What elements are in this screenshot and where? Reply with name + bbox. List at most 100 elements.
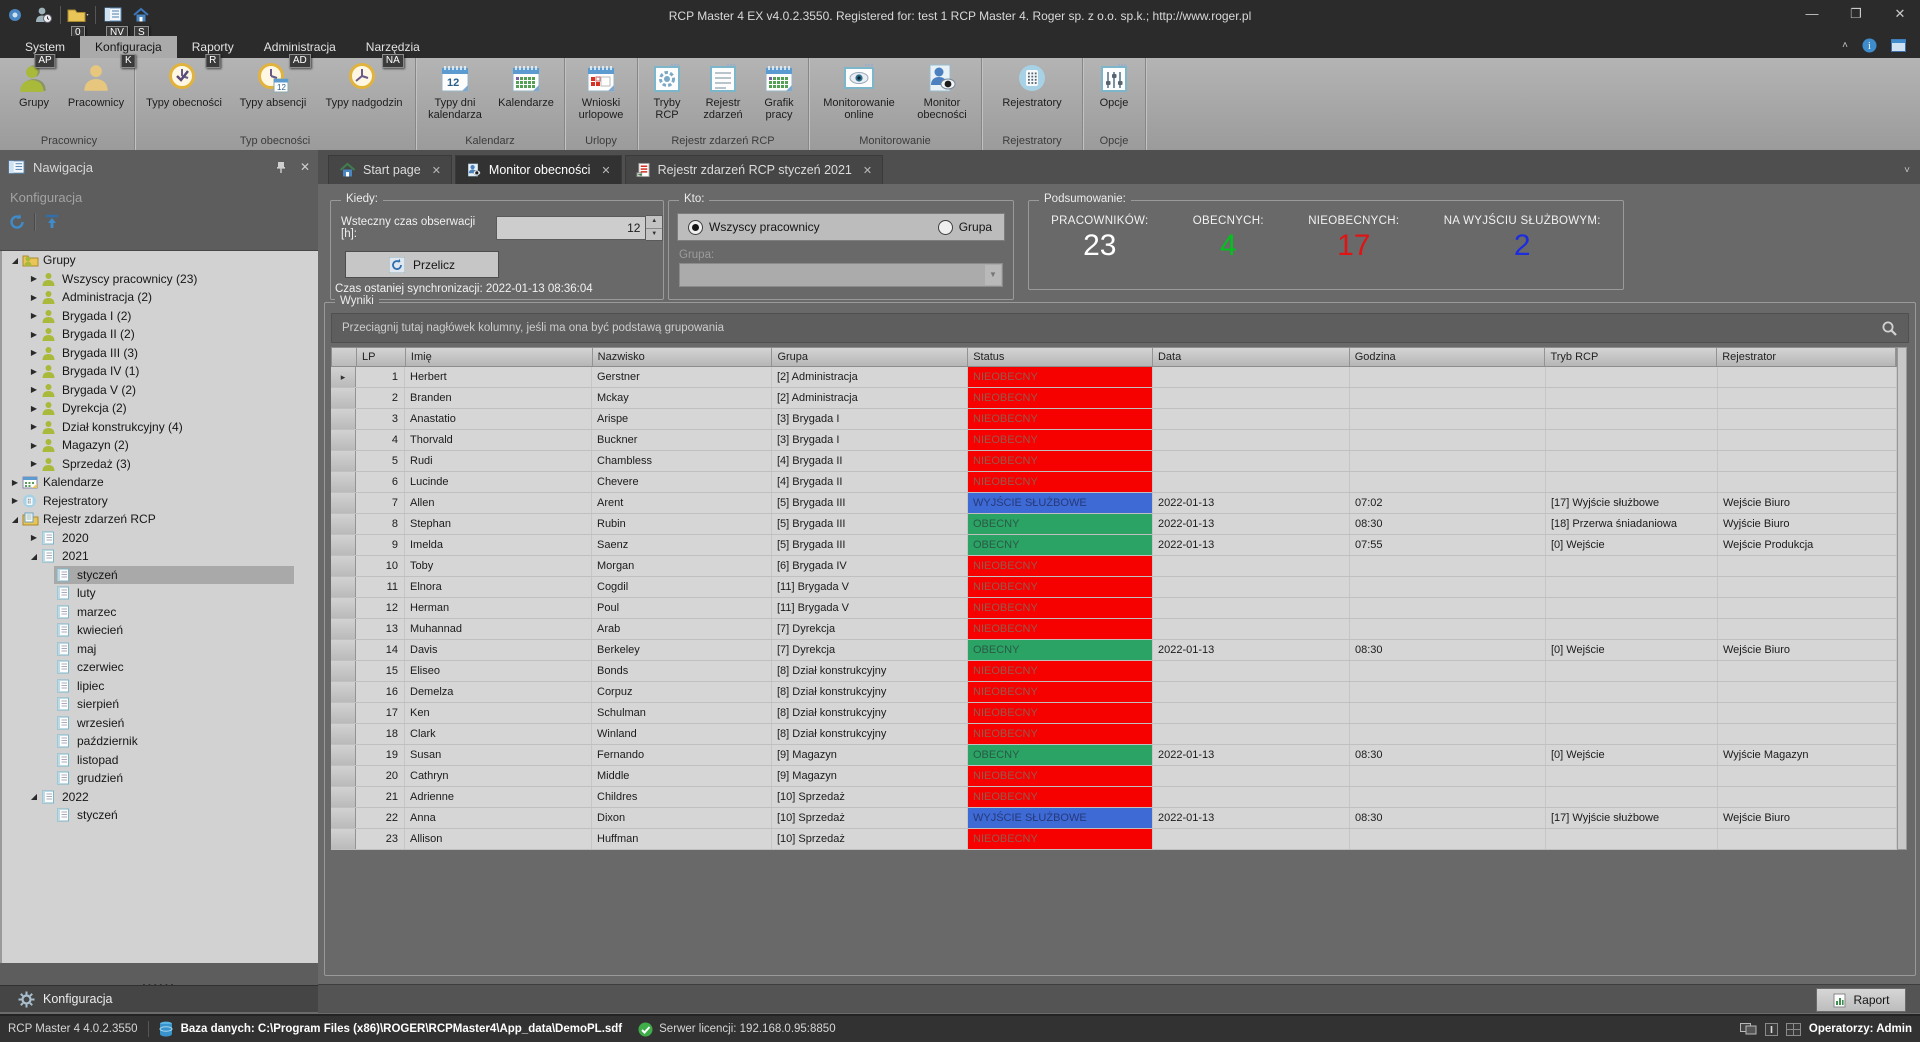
menu-tab-narzędzia[interactable]: NarzędziaNA bbox=[351, 36, 435, 58]
tree-expand-arrow-icon[interactable]: ▶ bbox=[27, 533, 41, 542]
table-row[interactable]: 6LucindeChevere[4] Brygada IINIEOBECNY bbox=[331, 472, 1897, 493]
tree-expand-arrow-icon[interactable]: ▶ bbox=[8, 478, 22, 487]
tree-expand-arrow-icon[interactable]: ▶ bbox=[27, 274, 41, 283]
ribbon-collapse-chevron[interactable]: ˄ bbox=[1842, 40, 1848, 51]
ribbon-button-monitor-obecności[interactable]: Monitor obecności bbox=[906, 58, 978, 121]
menu-tab-raporty[interactable]: RaportyR bbox=[177, 36, 249, 58]
column-header-imię[interactable]: Imię bbox=[406, 348, 593, 366]
group-by-panel[interactable]: Przeciągnij tutaj nagłówek kolumny, jeśl… bbox=[331, 313, 1909, 343]
tree-expand-arrow-icon[interactable]: ▶ bbox=[27, 422, 41, 431]
column-header-grupa[interactable]: Grupa bbox=[772, 348, 968, 366]
tab-monitor-obecności[interactable]: Monitor obecności✕ bbox=[455, 155, 622, 184]
tree-item-2022[interactable]: ◢2022 bbox=[0, 788, 318, 807]
table-row[interactable]: 20CathrynMiddle[9] MagazynNIEOBECNY bbox=[331, 766, 1897, 787]
table-row[interactable]: 14DavisBerkeley[7] DyrekcjaOBECNY2022-01… bbox=[331, 640, 1897, 661]
tree-item-2020[interactable]: ▶2020 bbox=[0, 529, 318, 548]
tree-collapse-arrow-icon[interactable]: ◢ bbox=[27, 792, 41, 801]
tree-item-grudzień[interactable]: grudzień bbox=[0, 769, 318, 788]
table-row[interactable]: ▸1HerbertGerstner[2] AdministracjaNIEOBE… bbox=[331, 367, 1897, 388]
table-row[interactable]: 23AllisonHuffman[10] SprzedażNIEOBECNY bbox=[331, 829, 1897, 850]
tree-collapse-arrow-icon[interactable]: ◢ bbox=[27, 552, 41, 561]
tree-item-październik[interactable]: październik bbox=[0, 732, 318, 751]
tree-item-dyrekcja-2[interactable]: ▶Dyrekcja (2) bbox=[0, 399, 318, 418]
tree-item-administracja-2[interactable]: ▶Administracja (2) bbox=[0, 288, 318, 307]
observation-time-input[interactable]: 12 bbox=[496, 216, 647, 240]
table-row[interactable]: 2BrandenMckay[2] AdministracjaNIEOBECNY bbox=[331, 388, 1897, 409]
tab-close-icon[interactable]: ✕ bbox=[863, 164, 872, 177]
table-row[interactable]: 11ElnoraCogdil[11] Brygada VNIEOBECNY bbox=[331, 577, 1897, 598]
tree-item-listopad[interactable]: listopad bbox=[0, 751, 318, 770]
tree-item-brygada-v-2[interactable]: ▶Brygada V (2) bbox=[0, 381, 318, 400]
ribbon-button-opcje[interactable]: Opcje bbox=[1086, 58, 1142, 109]
spin-up-icon[interactable]: ▲ bbox=[646, 216, 662, 229]
tab-start-page[interactable]: Start page✕ bbox=[328, 155, 452, 184]
tree-item-kalendarze[interactable]: ▶Kalendarze bbox=[0, 473, 318, 492]
column-header-nazwisko[interactable]: Nazwisko bbox=[593, 348, 773, 366]
menu-tab-administracja[interactable]: AdministracjaAD bbox=[249, 36, 351, 58]
ribbon-button-monitorowanie-online[interactable]: Monitorowanie online bbox=[812, 58, 906, 121]
tree-expand-arrow-icon[interactable]: ▶ bbox=[27, 311, 41, 320]
minimize-button[interactable]: ― bbox=[1798, 4, 1826, 24]
ribbon-button-tryby-rcp[interactable]: Tryby RCP bbox=[641, 58, 693, 121]
tab-close-icon[interactable]: ✕ bbox=[601, 164, 610, 177]
table-row[interactable]: 13MuhannadArab[7] DyrekcjaNIEOBECNY bbox=[331, 619, 1897, 640]
column-header-godzina[interactable]: Godzina bbox=[1350, 348, 1546, 366]
tree-item-dział-konstrukcyjny-4[interactable]: ▶Dział konstrukcyjny (4) bbox=[0, 418, 318, 437]
refresh-icon[interactable] bbox=[8, 213, 26, 231]
tree-expand-arrow-icon[interactable]: ▶ bbox=[8, 496, 22, 505]
tab-rejestr-zdarzeń-rcp-styczeń-2021[interactable]: Rejestr zdarzeń RCP styczeń 2021✕ bbox=[625, 155, 884, 184]
tree-item-grupy[interactable]: ◢Grupy bbox=[0, 251, 318, 270]
radio-all-employees[interactable]: Wszyscy pracownicy bbox=[688, 220, 820, 235]
table-row[interactable]: 15EliseoBonds[8] Dział konstrukcyjnyNIEO… bbox=[331, 661, 1897, 682]
tree-item-sierpień[interactable]: sierpień bbox=[0, 695, 318, 714]
tree-item-rejestr-zdarzeń-rcp[interactable]: ◢Rejestr zdarzeń RCP bbox=[0, 510, 318, 529]
pin-icon[interactable] bbox=[276, 161, 286, 174]
ribbon-button-kalendarze[interactable]: Kalendarze bbox=[491, 58, 561, 109]
table-row[interactable]: 21AdrienneChildres[10] SprzedażNIEOBECNY bbox=[331, 787, 1897, 808]
table-row[interactable]: 7AllenArent[5] Brygada IIIWYJŚCIE SŁUŻBO… bbox=[331, 493, 1897, 514]
vertical-scrollbar[interactable] bbox=[1897, 347, 1907, 850]
menu-tab-system[interactable]: SystemAP bbox=[10, 36, 80, 58]
tree-item-styczeń[interactable]: styczeń bbox=[0, 806, 318, 825]
table-row[interactable]: 8StephanRubin[5] Brygada IIIOBECNY2022-0… bbox=[331, 514, 1897, 535]
table-row[interactable]: 3AnastatioArispe[3] Brygada INIEOBECNY bbox=[331, 409, 1897, 430]
tree-expand-arrow-icon[interactable]: ▶ bbox=[27, 293, 41, 302]
tree-item-styczeń[interactable]: styczeń bbox=[0, 566, 318, 585]
table-row[interactable]: 18ClarkWinland[8] Dział konstrukcyjnyNIE… bbox=[331, 724, 1897, 745]
tree-item-kwiecień[interactable]: kwiecień bbox=[0, 621, 318, 640]
ribbon-button-wnioski-urlopowe[interactable]: Wnioski urlopowe bbox=[568, 58, 634, 121]
tree-item-marzec[interactable]: marzec bbox=[0, 603, 318, 622]
ribbon-button-rejestr-zdarzeń[interactable]: Rejestr zdarzeń bbox=[693, 58, 753, 121]
radio-group[interactable]: Grupa bbox=[938, 220, 992, 235]
tree-collapse-arrow-icon[interactable]: ◢ bbox=[8, 256, 22, 265]
tree-item-brygada-iv-1[interactable]: ▶Brygada IV (1) bbox=[0, 362, 318, 381]
column-header-rejestrator[interactable]: Rejestrator bbox=[1717, 348, 1896, 366]
tree-item-magazyn-2[interactable]: ▶Magazyn (2) bbox=[0, 436, 318, 455]
tree-collapse-arrow-icon[interactable]: ◢ bbox=[8, 515, 22, 524]
collapse-all-icon[interactable] bbox=[43, 213, 61, 231]
tree-expand-arrow-icon[interactable]: ▶ bbox=[27, 367, 41, 376]
search-icon[interactable] bbox=[1881, 320, 1898, 337]
info-icon[interactable]: i bbox=[1862, 38, 1877, 53]
tree-item-2021[interactable]: ◢2021 bbox=[0, 547, 318, 566]
tree-expand-arrow-icon[interactable]: ▶ bbox=[27, 385, 41, 394]
column-header-status[interactable]: Status bbox=[968, 348, 1153, 366]
window-list-icon[interactable] bbox=[1891, 39, 1906, 52]
sidebar-footer-konfiguracja[interactable]: Konfiguracja bbox=[0, 985, 318, 1012]
tree-expand-arrow-icon[interactable]: ▶ bbox=[27, 330, 41, 339]
table-row[interactable]: 9ImeldaSaenz[5] Brygada IIIOBECNY2022-01… bbox=[331, 535, 1897, 556]
tree-expand-arrow-icon[interactable]: ▶ bbox=[27, 459, 41, 468]
tab-list-chevron-icon[interactable]: ˅ bbox=[1904, 165, 1910, 176]
column-header-lp[interactable]: LP bbox=[357, 348, 406, 366]
tree-item-brygada-ii-2[interactable]: ▶Brygada II (2) bbox=[0, 325, 318, 344]
tree-item-wrzesień[interactable]: wrzesień bbox=[0, 714, 318, 733]
tree-item-wszyscy-pracownicy-23[interactable]: ▶Wszyscy pracownicy (23) bbox=[0, 270, 318, 289]
tree-item-luty[interactable]: luty bbox=[0, 584, 318, 603]
column-header-tryb-rcp[interactable]: Tryb RCP bbox=[1545, 348, 1717, 366]
tree-item-brygada-i-2[interactable]: ▶Brygada I (2) bbox=[0, 307, 318, 326]
tree-item-czerwiec[interactable]: czerwiec bbox=[0, 658, 318, 677]
ribbon-button-grafik-pracy[interactable]: Grafik pracy bbox=[753, 58, 805, 121]
close-button[interactable]: ✕ bbox=[1886, 4, 1914, 24]
ribbon-button-typy-dni-kalendarza[interactable]: 12Typy dni kalendarza bbox=[419, 58, 491, 121]
table-row[interactable]: 12HermanPoul[11] Brygada VNIEOBECNY bbox=[331, 598, 1897, 619]
